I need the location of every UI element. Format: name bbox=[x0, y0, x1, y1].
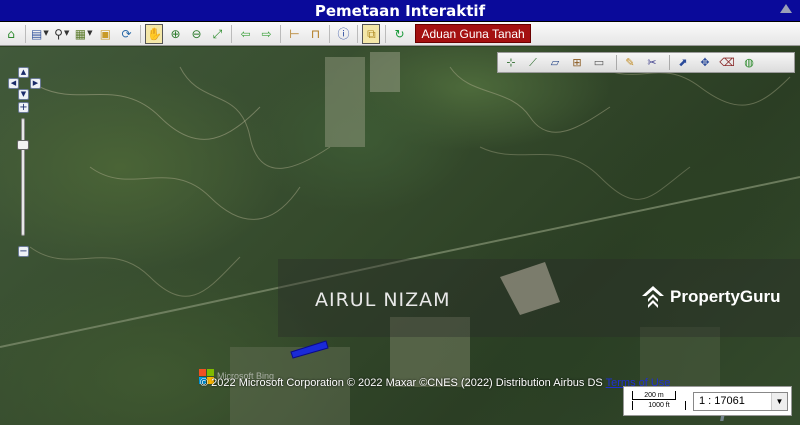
previous-extent-button[interactable]: ⇦ bbox=[236, 24, 254, 44]
dropdown-arrow-icon: ▼ bbox=[63, 29, 70, 37]
split-icon[interactable]: ✂ bbox=[643, 55, 661, 71]
toolbar-separator bbox=[140, 24, 142, 43]
scale-bar: 200 m 1000 ft bbox=[629, 391, 687, 413]
edit-toolbar: ⊹ ⟋ ▱ ⊞ ▭ ✎ ✂ ⬈ ✥ ⌫ ◍ bbox=[497, 52, 795, 73]
layers-icon: ▤ bbox=[31, 26, 43, 41]
globe-icon[interactable]: ◍ bbox=[740, 55, 758, 71]
collapse-icon[interactable] bbox=[780, 4, 792, 13]
toolbar-separator bbox=[669, 55, 670, 70]
magnifier-icon: ⚲ bbox=[54, 26, 63, 41]
map-attribution: © 2022 Microsoft Corporation © 2022 Maxa… bbox=[200, 377, 670, 389]
next-extent-button[interactable]: ⇨ bbox=[257, 24, 275, 44]
main-toolbar: ⌂ ▤ ▼ ⚲ ▼ ▦ ▼ ▣ ⟳ ✋ ⊕ ⊖ ⤢ ⇦ ⇨ ⊢ ⊓ ⓘ ⧉ ↻ Aduan Guna Tanah bbox=[0, 22, 800, 46]
chevron-down-icon[interactable]: ▼ bbox=[771, 393, 787, 410]
attribution-text: © 2022 Microsoft Corporation © 2022 Maxa… bbox=[200, 377, 603, 389]
scale-select[interactable]: 1 : 17061 ▼ bbox=[693, 392, 788, 411]
propertyguru-house-icon bbox=[642, 286, 664, 308]
home-icon: ⌂ bbox=[7, 26, 15, 41]
toolbar-separator bbox=[357, 24, 359, 43]
propertyguru-brand: PropertyGuru bbox=[670, 287, 781, 306]
toolbar-separator bbox=[231, 24, 233, 43]
app-title: Pemetaan Interaktif bbox=[314, 2, 486, 20]
refresh-map-icon: ⟳ bbox=[121, 26, 132, 41]
magnifier-button[interactable]: ⚲ ▼ bbox=[53, 24, 71, 44]
map-view[interactable]: AIRUL NIZAM PropertyGuru Microsoft Bing … bbox=[0, 47, 800, 425]
logo-square bbox=[207, 369, 214, 376]
zoom-out-button[interactable]: ⊖ bbox=[187, 24, 205, 44]
dropdown-arrow-icon: ▼ bbox=[87, 29, 93, 37]
pan-up-button[interactable]: ▲ bbox=[18, 67, 29, 78]
zoom-out-icon: ⊖ bbox=[191, 26, 202, 41]
legend-icon: ▦ bbox=[74, 26, 87, 41]
add-vertex-icon[interactable]: ⊞ bbox=[568, 55, 586, 71]
previous-extent-icon: ⇦ bbox=[240, 26, 251, 41]
add-polygon-icon[interactable]: ▱ bbox=[546, 55, 564, 71]
select-button[interactable]: ⧉ bbox=[362, 23, 381, 44]
full-extent-icon: ⤢ bbox=[212, 26, 223, 41]
zoom-in-button[interactable]: + bbox=[18, 102, 29, 113]
add-point-icon[interactable]: ⊹ bbox=[502, 55, 520, 71]
pan-right-button[interactable]: ▶ bbox=[30, 78, 41, 89]
home-button[interactable]: ⌂ bbox=[2, 24, 20, 44]
toolbar-separator bbox=[329, 24, 331, 43]
toolbar-separator bbox=[280, 24, 282, 43]
scale-bar-metric: 200 m bbox=[632, 391, 676, 400]
map-button[interactable]: ▣ bbox=[96, 24, 114, 44]
measure-icon: ⊢ bbox=[289, 26, 300, 41]
draw-icon: ⊓ bbox=[310, 26, 321, 41]
reload-button[interactable]: ↻ bbox=[390, 24, 408, 44]
pencil-icon[interactable]: ✎ bbox=[621, 55, 639, 71]
delete-icon[interactable]: ⌫ bbox=[718, 55, 736, 71]
watermark-agent-name: AIRUL NIZAM bbox=[315, 289, 451, 311]
draw-button[interactable]: ⊓ bbox=[306, 24, 324, 44]
add-line-icon[interactable]: ⟋ bbox=[524, 55, 542, 71]
map-icon: ▣ bbox=[99, 26, 112, 41]
reload-icon: ↻ bbox=[394, 26, 405, 41]
info-button[interactable]: ⓘ bbox=[334, 24, 352, 44]
title-bar: Pemetaan Interaktif bbox=[0, 0, 800, 22]
scale-bar-imperial: 1000 ft bbox=[632, 401, 686, 410]
pan-left-button[interactable]: ◀ bbox=[8, 78, 19, 89]
info-icon: ⓘ bbox=[337, 26, 350, 41]
zoom-slider-track[interactable] bbox=[21, 118, 25, 236]
scale-panel: 200 m 1000 ft 1 : 17061 ▼ bbox=[623, 386, 792, 416]
legend-button[interactable]: ▦ ▼ bbox=[74, 24, 94, 44]
full-extent-button[interactable]: ⤢ bbox=[208, 24, 226, 44]
measure-button[interactable]: ⊢ bbox=[285, 24, 303, 44]
add-label-icon[interactable]: ▭ bbox=[590, 55, 608, 71]
zoom-navigation: ▲ ◀ ▶ ▼ + − bbox=[4, 56, 44, 266]
pan-hand-button[interactable]: ✋ bbox=[145, 23, 164, 44]
next-extent-icon: ⇨ bbox=[261, 26, 272, 41]
refresh-map-button[interactable]: ⟳ bbox=[117, 24, 135, 44]
layers-button[interactable]: ▤ ▼ bbox=[30, 24, 50, 44]
toolbar-separator bbox=[616, 55, 617, 70]
zoom-slider-thumb[interactable] bbox=[17, 139, 29, 150]
move-icon[interactable]: ✥ bbox=[696, 55, 714, 71]
zoom-in-icon: ⊕ bbox=[170, 26, 181, 41]
pan-hand-icon: ✋ bbox=[146, 26, 162, 41]
zoom-out-button[interactable]: − bbox=[18, 246, 29, 257]
satellite-imagery bbox=[0, 52, 800, 425]
toolbar-separator bbox=[385, 24, 387, 43]
zoom-in-button[interactable]: ⊕ bbox=[166, 24, 184, 44]
logo-square bbox=[199, 369, 206, 376]
pan-down-button[interactable]: ▼ bbox=[18, 89, 29, 100]
scale-select-value: 1 : 17061 bbox=[699, 395, 745, 407]
aduan-guna-tanah-button[interactable]: Aduan Guna Tanah bbox=[415, 24, 531, 43]
edit-icon[interactable]: ⬈ bbox=[674, 55, 692, 71]
select-icon: ⧉ bbox=[367, 26, 376, 41]
toolbar-separator bbox=[25, 24, 26, 43]
propertyguru-logo: PropertyGuru bbox=[640, 284, 781, 310]
dropdown-arrow-icon: ▼ bbox=[43, 29, 49, 37]
